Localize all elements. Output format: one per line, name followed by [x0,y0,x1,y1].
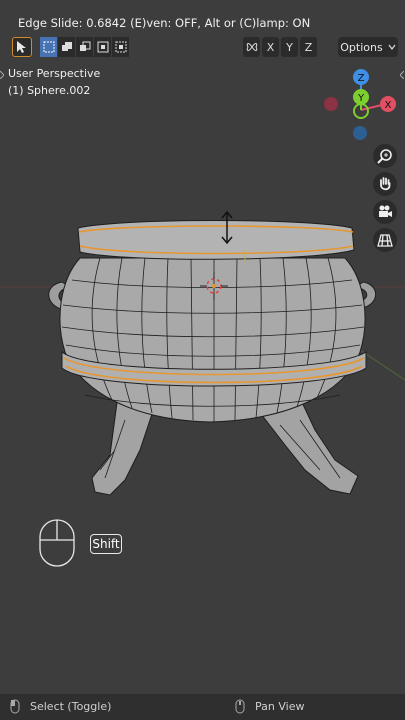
status-left-action: Select (Toggle) [30,700,112,713]
select-mode-extend[interactable] [58,37,75,57]
ortho-toggle-button[interactable] [373,228,397,252]
select-invert-icon [97,41,108,53]
mirror-axis-y[interactable]: Y [281,37,298,57]
cauldron-rim [77,220,355,262]
butterfly-icon [246,43,257,51]
select-mode-group [40,37,129,57]
mirror-axis-group: X Y Z [243,37,317,57]
header-toolbar: X Y Z Options [0,37,405,57]
mirror-axis-z[interactable]: Z [300,37,317,57]
mouse-middle-icon [235,699,245,714]
navigation-gizmo[interactable]: Z Y X [324,69,396,140]
select-mode-invert[interactable] [94,37,111,57]
view-name: User Perspective [8,67,101,80]
select-subtract-icon [79,41,90,51]
chevron-down-icon [388,44,396,50]
mirror-toggle[interactable] [243,37,260,57]
mouse-icon [39,519,75,567]
cauldron-body [59,257,366,423]
gizmo-z-negative [353,126,367,140]
options-label: Options [340,40,383,54]
gizmo-x-negative [324,97,338,111]
select-extend-icon [61,42,72,51]
camera-view-button[interactable] [373,200,397,224]
mirror-axis-x[interactable]: X [262,37,279,57]
grid-ortho-icon [377,234,393,247]
select-mode-subtract[interactable] [76,37,93,57]
mouse-left-icon [10,699,20,714]
status-bar: Select (Toggle) Pan View [0,694,405,720]
3d-viewport[interactable]: Z Y X [0,0,405,720]
pan-hand-icon [380,177,391,191]
operator-status-text: Edge Slide: 0.6842 (E)ven: OFF, Alt or (… [18,16,311,30]
gizmo-y-label: Y [357,93,365,104]
status-right-action: Pan View [255,700,305,713]
gizmo-z-label: Z [358,73,365,84]
select-intersect-icon [115,41,126,53]
zoom-button[interactable] [373,144,397,168]
select-mode-new[interactable] [40,37,57,57]
select-tool-button[interactable] [12,37,32,57]
zoom-icon [377,149,392,164]
pan-button[interactable] [373,172,397,196]
select-mode-intersect[interactable] [112,37,129,57]
chevron-left-icon[interactable] [400,71,404,79]
object-name: (1) Sphere.002 [8,84,91,97]
camera-icon [379,205,392,217]
gizmo-x-label: X [385,100,392,111]
options-dropdown[interactable]: Options [338,37,398,57]
select-new-icon [43,41,54,53]
chevron-right-icon[interactable] [0,71,4,79]
shift-key-hint: Shift [90,534,122,554]
cursor-arrow-icon [17,41,26,53]
